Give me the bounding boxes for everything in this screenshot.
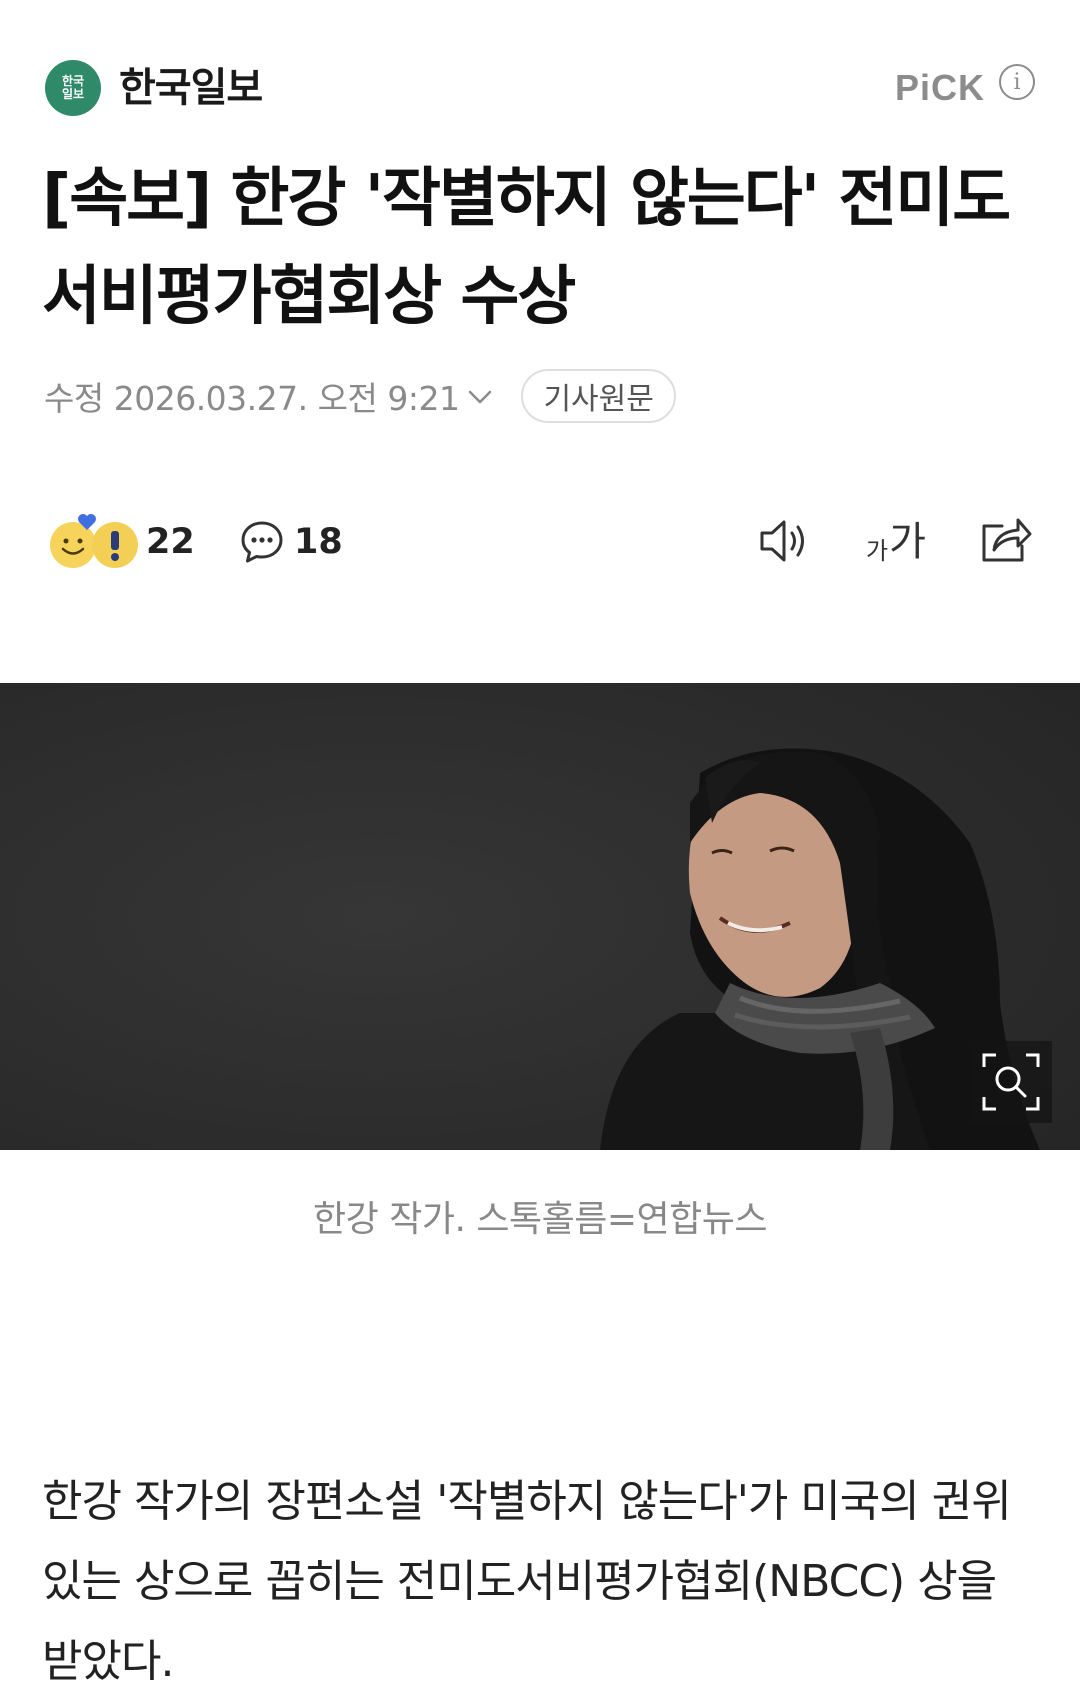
comment-button[interactable]: 18 — [238, 510, 343, 574]
modified-date: 수정 2026.03.27. 오전 9:21 — [44, 379, 460, 418]
action-row: 22 18 가 가 — [46, 510, 1036, 574]
comment-icon — [241, 521, 283, 563]
photo-caption: 한강 작가. 스톡홀름=연합뉴스 — [313, 1199, 767, 1240]
press-logo[interactable]: 한국 일보 — [45, 60, 101, 116]
press-header: 한국 일보 한국일보 PiCK i — [45, 58, 1035, 118]
original-article-button[interactable]: 기사원문 — [521, 369, 676, 423]
press-name[interactable]: 한국일보 — [119, 62, 263, 114]
reaction-emoji-icon — [46, 512, 138, 572]
zoom-icon — [982, 1053, 1040, 1111]
speaker-icon[interactable] — [756, 516, 812, 566]
heart-icon — [78, 514, 96, 530]
article-meta: 수정 2026.03.27. 오전 9:21 기사원문 — [44, 368, 1034, 424]
article-photo[interactable] — [0, 683, 1080, 1150]
reaction-button[interactable]: 22 — [46, 510, 195, 574]
font-size-small-label: 가 — [866, 537, 889, 565]
font-size-large-label: 가 — [889, 519, 926, 565]
alert-emoji — [92, 522, 138, 568]
font-size-icon[interactable]: 가 가 — [866, 512, 926, 566]
article-headline: [속보] 한강 '작별하지 않는다' 전미도서비평가협회상 수상 — [42, 162, 1011, 334]
comment-count: 18 — [294, 522, 343, 562]
info-icon[interactable]: i — [999, 64, 1035, 100]
article-body-paragraph: 한강 작가의 장편소설 '작별하지 않는다'가 미국의 권위 있는 상으로 꼽히… — [42, 1476, 1012, 1687]
reaction-count: 22 — [146, 522, 195, 562]
author-portrait-image — [0, 683, 1080, 1150]
chevron-down-icon[interactable] — [465, 382, 495, 412]
zoom-button[interactable] — [970, 1041, 1052, 1123]
pick-badge: PiCK — [894, 67, 985, 108]
share-icon[interactable] — [978, 512, 1034, 566]
